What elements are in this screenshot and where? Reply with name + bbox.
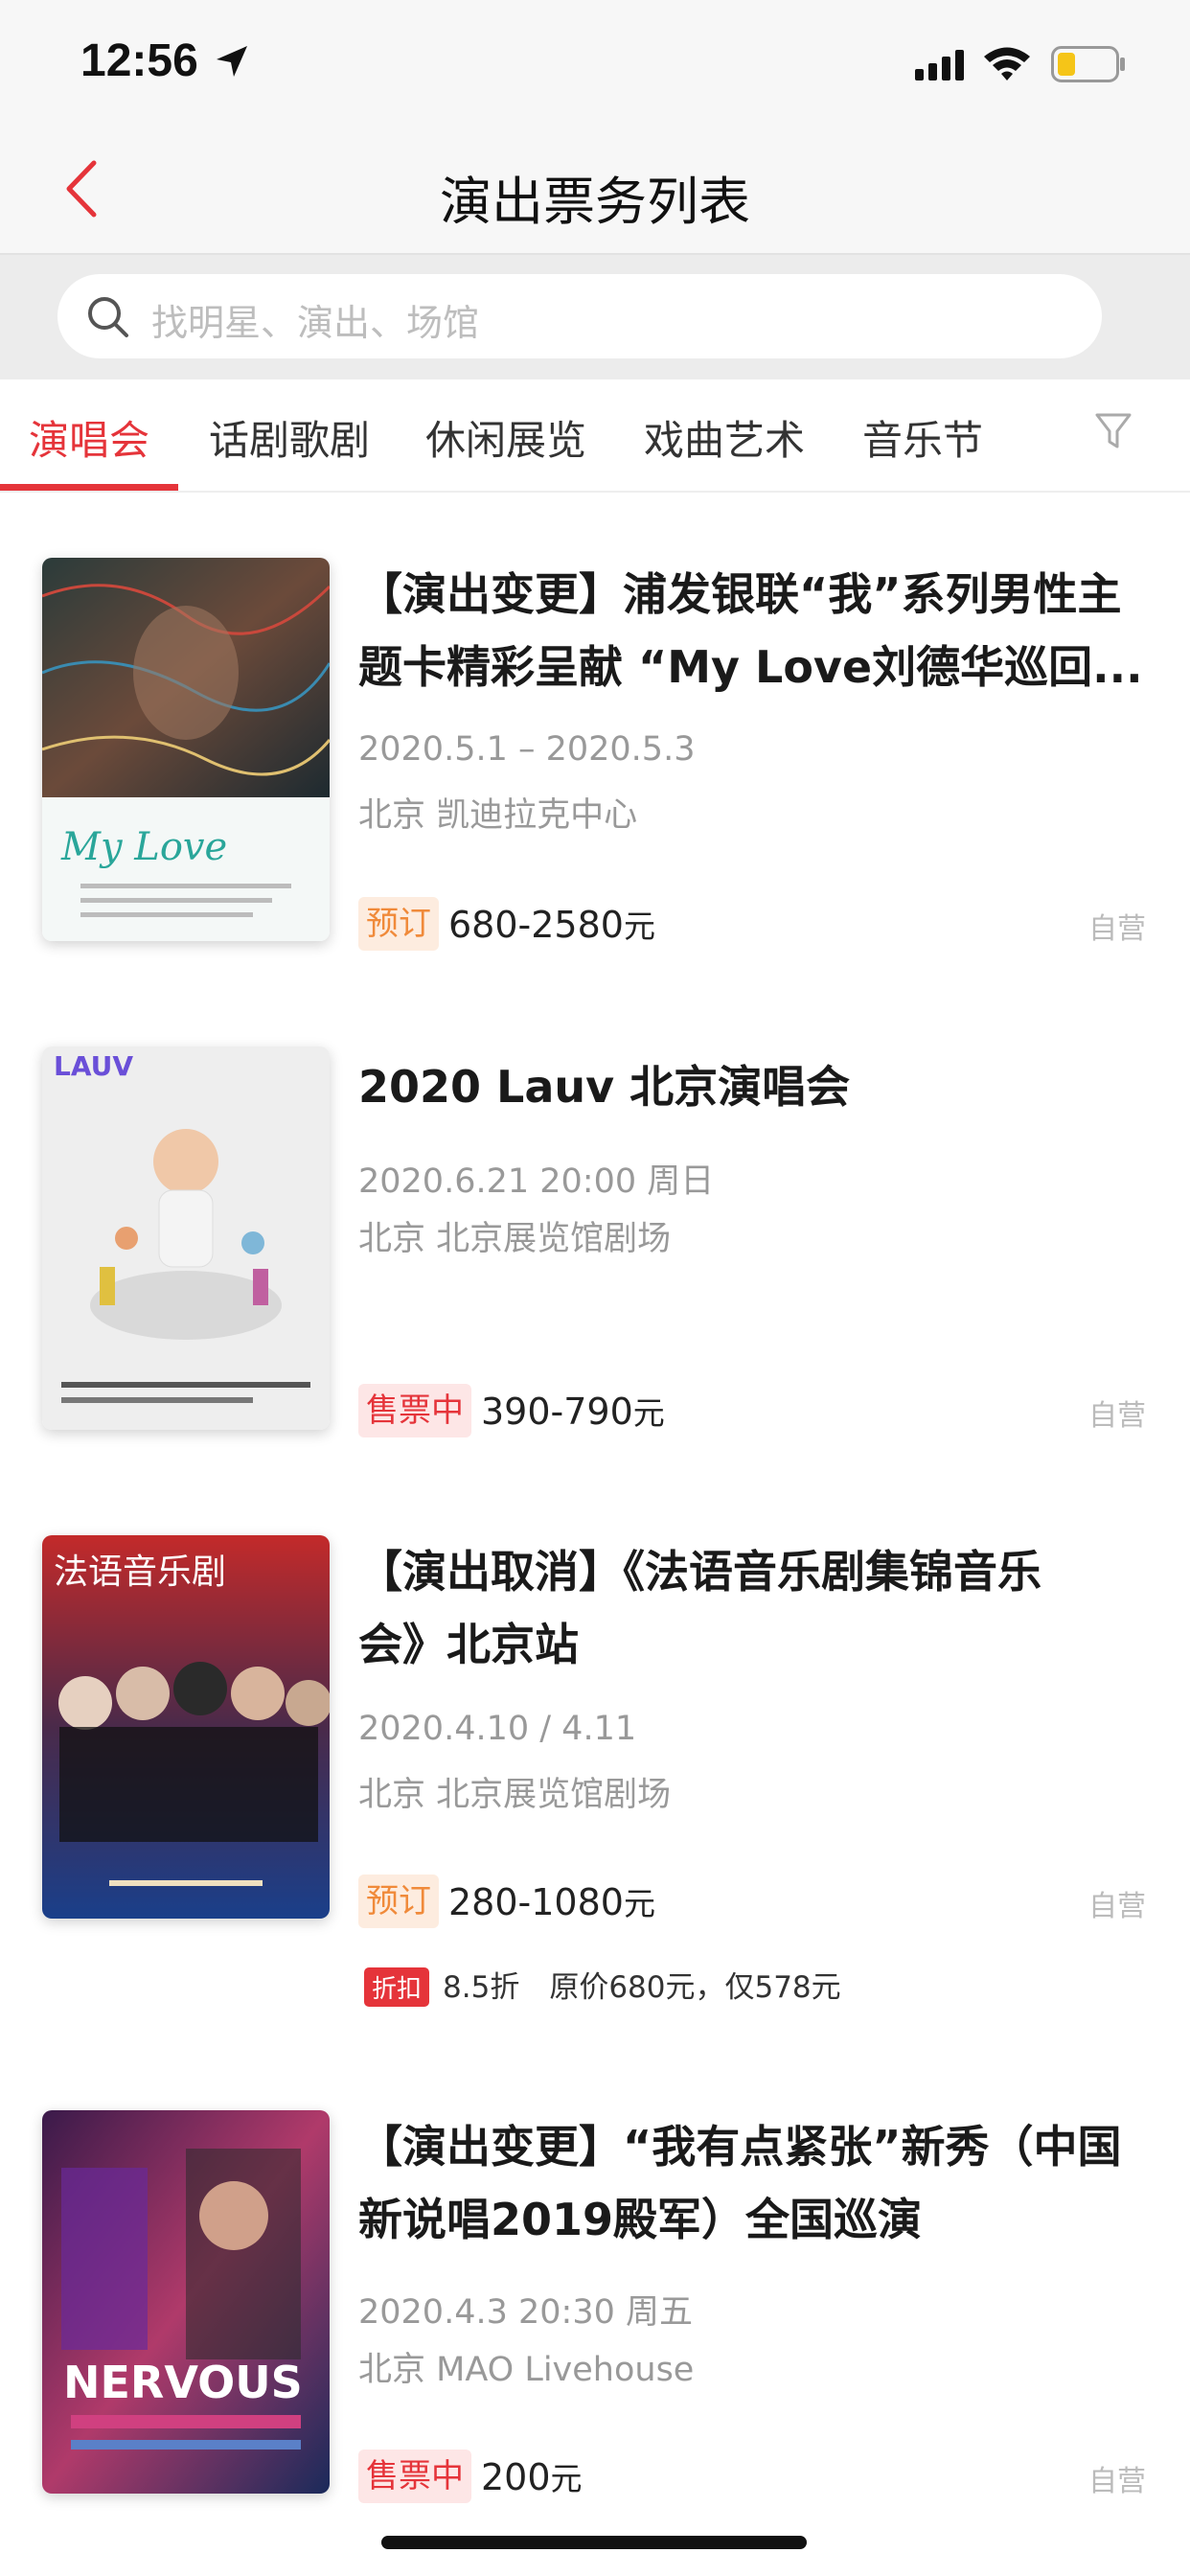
location-arrow-icon <box>217 46 247 77</box>
poster-image: My Love <box>42 558 330 941</box>
active-tab-indicator <box>0 484 178 491</box>
status-badge: 预订 <box>358 1874 439 1928</box>
item-title: 【演出取消】《法语音乐剧集锦音乐 会》北京站 <box>358 1546 1041 1670</box>
item-date: 2020.4.10 / 4.11 <box>358 1710 637 1748</box>
item-price: 200元 <box>481 2456 583 2498</box>
cellular-signal-icon <box>915 50 964 80</box>
item-venue: 北京 MAO Livehouse <box>358 2351 695 2389</box>
self-operated-label: 自营 <box>1088 1399 1146 1433</box>
item-title: 【演出变更】浦发银联“我”系列男性主 题卡精彩呈献 “My Love刘德华巡回.… <box>358 568 1143 693</box>
item-title: 【演出变更】“我有点紧张”新秀（中国 新说唱2019殿军）全国巡演 <box>358 2121 1122 2245</box>
item-venue: 北京 北京展览馆剧场 <box>358 1776 672 1814</box>
item-title: 2020 Lauv 北京演唱会 <box>358 1061 851 1113</box>
tab-concert[interactable]: 演唱会 <box>29 408 149 467</box>
status-badge: 售票中 <box>358 1384 471 1438</box>
tab-music-festival[interactable]: 音乐节 <box>862 408 983 467</box>
page-title: 演出票务列表 <box>440 172 750 232</box>
poster-title: 法语音乐剧 <box>54 1552 226 1592</box>
search-input[interactable]: 找明星、演出、场馆 <box>57 274 1102 358</box>
status-time: 12:56 <box>80 35 198 86</box>
self-operated-label: 自营 <box>1088 1890 1146 1923</box>
discount-info: 折扣 8.5折 原价680元，仅578元 <box>364 1963 841 2007</box>
item-price: 390-790元 <box>481 1391 665 1433</box>
status-badge: 预订 <box>358 897 439 951</box>
poster-image: NERVOUS <box>42 2110 330 2494</box>
battery-icon <box>1051 46 1125 82</box>
item-price: 280-1080元 <box>448 1881 655 1923</box>
navigation-bar: 演出票务列表 <box>0 134 1190 255</box>
item-date: 2020.6.21 20:00 周日 <box>358 1162 715 1201</box>
poster-title: LAUV <box>54 1050 133 1082</box>
filter-icon[interactable] <box>1094 410 1133 452</box>
wifi-icon <box>984 47 1030 80</box>
search-placeholder: 找明星、演出、场馆 <box>151 302 480 344</box>
self-operated-label: 自营 <box>1088 2465 1146 2498</box>
status-bar: 12:56 <box>0 0 1190 134</box>
tab-traditional-opera[interactable]: 戏曲艺术 <box>644 408 805 467</box>
item-price: 680-2580元 <box>448 904 655 946</box>
search-icon <box>88 297 128 337</box>
self-operated-label: 自营 <box>1088 912 1146 946</box>
status-badge: 售票中 <box>358 2450 471 2503</box>
item-venue: 北京 凯迪拉克中心 <box>358 796 638 835</box>
category-tabs: 演唱会 话剧歌剧 休闲展览 戏曲艺术 音乐节 <box>0 381 1190 493</box>
tab-drama-opera[interactable]: 话剧歌剧 <box>209 408 370 467</box>
poster-image: LAUV <box>42 1046 330 1430</box>
item-venue: 北京 北京展览馆剧场 <box>358 1220 672 1258</box>
home-indicator[interactable] <box>381 2536 807 2549</box>
poster-title: NERVOUS <box>63 2357 303 2408</box>
poster-title: My Love <box>60 825 227 869</box>
tab-leisure-exhibition[interactable]: 休闲展览 <box>425 408 586 467</box>
discount-text: 8.5折 原价680元，仅578元 <box>443 1970 841 2005</box>
discount-tag: 折扣 <box>364 1967 430 2007</box>
search-bar-area: 找明星、演出、场馆 <box>0 255 1190 380</box>
poster-image: 法语音乐剧 <box>42 1535 330 1919</box>
item-date: 2020.5.1 – 2020.5.3 <box>358 730 696 769</box>
item-date: 2020.4.3 20:30 周五 <box>358 2293 693 2332</box>
